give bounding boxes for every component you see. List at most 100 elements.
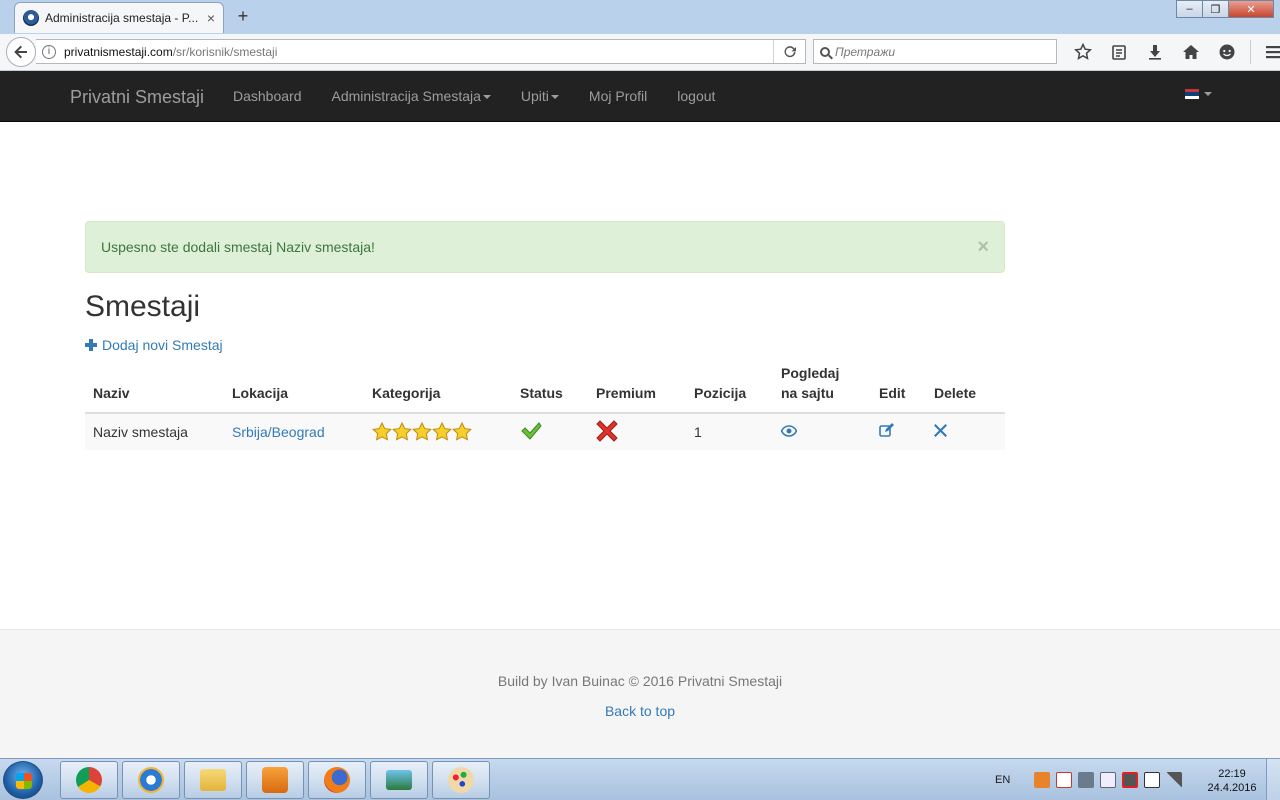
signal-strength-icon[interactable] (1166, 772, 1183, 788)
firefox-icon (324, 767, 350, 793)
add-smestaj-label: Dodaj novi Smestaj (102, 337, 223, 353)
view-on-site-link[interactable] (781, 424, 797, 440)
clock-date: 24.4.2016 (1207, 782, 1257, 794)
search-field[interactable]: Претражи (813, 39, 1057, 64)
tray-app-icon[interactable] (1034, 772, 1051, 788)
reading-list-icon[interactable] (1102, 40, 1136, 64)
nav-upiti[interactable]: Upiti (506, 71, 574, 121)
browser-tab-active[interactable]: Administracija smestaja - P... × (14, 2, 224, 33)
footer-credit: Build by Ivan Buinac © 2016 Privatni Sme… (497, 673, 783, 689)
table-header-row: Naziv Lokacija Kategorija Status Premium… (85, 360, 1005, 414)
url-path: /sr/korisnik/smestaji (172, 44, 278, 59)
nav-dashboard[interactable]: Dashboard (218, 71, 317, 121)
th-pozicija: Pozicija (686, 360, 773, 414)
tray-network-adapter-icon[interactable] (1078, 772, 1095, 788)
start-button[interactable] (3, 761, 43, 799)
add-smestaj-link[interactable]: Dodaj novi Smestaj (85, 337, 223, 353)
cell-pogledaj (773, 413, 871, 450)
th-pogledaj-line1: Pogledaj (781, 365, 840, 381)
back-button[interactable] (6, 37, 36, 67)
check-icon (521, 421, 542, 440)
brand-link[interactable]: Privatni Smestaji (70, 87, 204, 108)
network-disconnected-icon[interactable] (1122, 772, 1139, 788)
alert-message: Uspesno ste dodali smestaj Naziv smestaj… (101, 239, 375, 255)
nav-dashboard-label: Dashboard (233, 88, 302, 104)
photo-viewer-icon (386, 770, 412, 790)
taskbar-media-player[interactable] (246, 761, 304, 799)
minimize-button[interactable]: – (1176, 0, 1203, 18)
nav-logout-label: logout (677, 88, 716, 104)
speaker-icon[interactable] (1100, 772, 1117, 788)
reload-icon (784, 45, 796, 57)
clock-time: 22:19 (1218, 768, 1246, 780)
category-stars (372, 422, 504, 442)
language-indicator[interactable]: EN (995, 774, 1010, 786)
delete-link[interactable] (934, 424, 947, 440)
media-player-icon (262, 767, 288, 793)
browser-toolbar: i privatnismestaji.com/sr/korisnik/smest… (0, 34, 1280, 71)
nav-administracija-label: Administracija Smestaja (331, 88, 481, 104)
nav-links: Dashboard Administracija Smestaja Upiti … (218, 71, 730, 121)
success-alert: Uspesno ste dodali smestaj Naziv smestaj… (85, 221, 1005, 273)
language-dropdown[interactable] (1185, 89, 1212, 99)
browser-tabstrip: Administracija smestaja - P... × + – ❐ ✕ (0, 0, 1280, 34)
nav-moj-profil-label: Moj Profil (588, 88, 648, 104)
nav-administracija-smestaja[interactable]: Administracija Smestaja (317, 71, 506, 121)
close-window-button[interactable]: ✕ (1228, 0, 1274, 18)
folder-icon (200, 769, 226, 791)
bookmark-star-icon[interactable] (1066, 40, 1100, 64)
nav-moj-profil[interactable]: Moj Profil (574, 71, 662, 121)
tab-title: Administracija smestaja - P... (45, 11, 199, 25)
reload-button[interactable] (773, 40, 805, 63)
site-navbar: Privatni Smestaji Dashboard Administraci… (0, 71, 1280, 122)
cell-naziv: Naziv smestaja (85, 413, 224, 450)
smestaji-table: Naziv Lokacija Kategorija Status Premium… (85, 360, 1005, 450)
alert-close-icon[interactable]: × (977, 237, 989, 257)
star-icon (432, 422, 452, 441)
table-row: Naziv smestaja Srbija/Beograd 1 (85, 413, 1005, 450)
cell-delete (926, 413, 1005, 450)
serbian-flag-icon (1185, 89, 1199, 99)
back-to-top-link[interactable]: Back to top (0, 703, 1280, 719)
maximize-button[interactable]: ❐ (1202, 0, 1229, 18)
taskbar-chrome[interactable] (60, 761, 118, 799)
taskbar-firefox[interactable] (308, 761, 366, 799)
edit-link[interactable] (879, 423, 894, 441)
home-icon[interactable] (1174, 40, 1208, 64)
url-host: privatnismestaji.com (64, 44, 173, 59)
site-info-icon[interactable]: i (42, 44, 56, 59)
tab-close-icon[interactable]: × (207, 10, 215, 26)
page-title: Smestaji (85, 290, 201, 323)
th-naziv: Naziv (85, 360, 224, 414)
remove-icon (934, 424, 947, 437)
cell-status (512, 413, 588, 450)
star-icon (372, 422, 392, 441)
nav-logout[interactable]: logout (662, 71, 730, 121)
system-clock[interactable]: 22:19 24.4.2016 (1204, 767, 1260, 795)
hello-chat-icon[interactable] (1210, 40, 1244, 64)
star-icon (392, 422, 412, 441)
new-tab-button[interactable]: + (232, 6, 254, 28)
star-icon (452, 422, 472, 441)
th-lokacija: Lokacija (224, 360, 364, 414)
cell-premium (588, 413, 686, 450)
power-plug-icon[interactable] (1144, 772, 1161, 788)
taskbar-internet-explorer[interactable] (122, 761, 180, 799)
tray-flag-icon[interactable] (1056, 772, 1073, 788)
hamburger-menu-icon[interactable] (1257, 40, 1280, 64)
taskbar-photo-viewer[interactable] (370, 761, 428, 799)
search-placeholder: Претражи (835, 44, 896, 59)
lokacija-link[interactable]: Srbija/Beograd (232, 424, 325, 440)
address-bar[interactable]: i privatnismestaji.com/sr/korisnik/smest… (36, 39, 806, 64)
internet-explorer-icon (138, 767, 164, 793)
x-icon (596, 419, 618, 442)
paint-palette-icon (448, 767, 474, 793)
download-icon[interactable] (1138, 40, 1172, 64)
th-premium: Premium (588, 360, 686, 414)
windows-taskbar: EN 22:19 24.4.2016 (0, 758, 1280, 800)
show-desktop-button[interactable] (1266, 759, 1280, 800)
th-status: Status (512, 360, 588, 414)
taskbar-file-explorer[interactable] (184, 761, 242, 799)
taskbar-paint[interactable] (432, 761, 490, 799)
star-icon (412, 422, 432, 441)
